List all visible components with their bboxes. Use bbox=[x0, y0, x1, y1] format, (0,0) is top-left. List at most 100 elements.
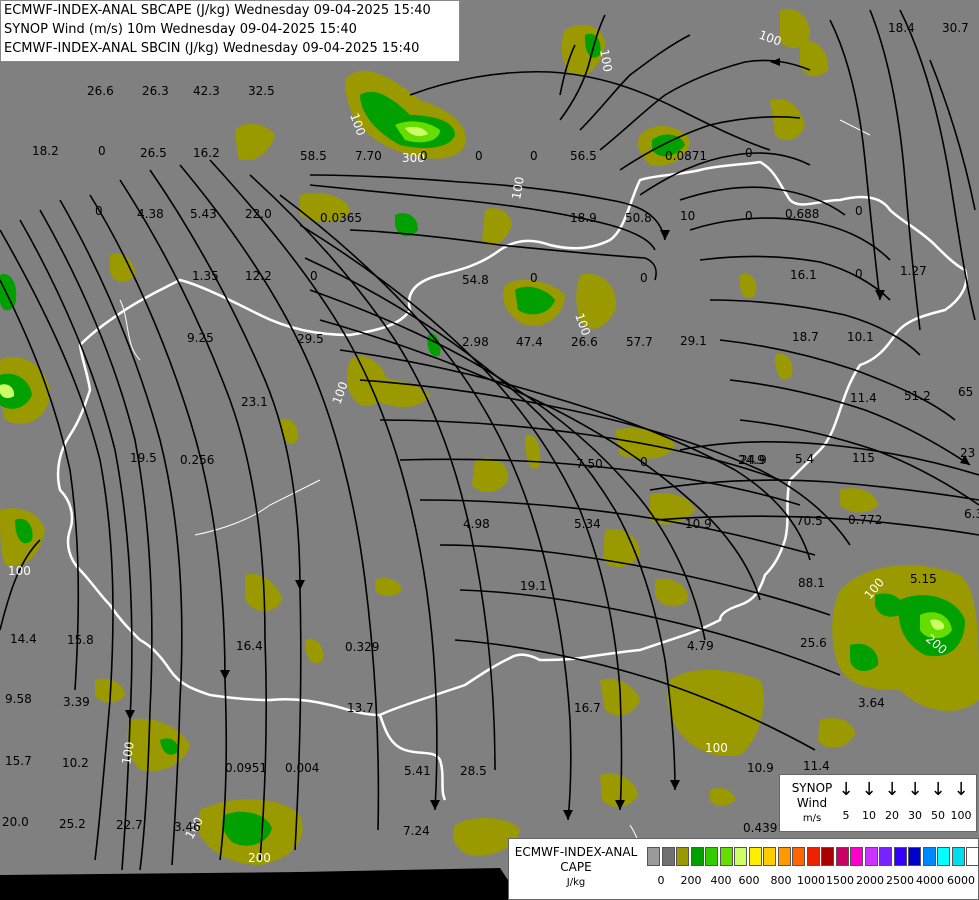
station-value: 7.70 bbox=[355, 149, 382, 163]
cape-color-swatch bbox=[792, 847, 805, 866]
cape-legend-tick: 6000 bbox=[947, 874, 975, 887]
station-value: 18.9 bbox=[570, 211, 597, 225]
station-value: 26.6 bbox=[87, 84, 114, 98]
station-value: 29.1 bbox=[680, 334, 707, 348]
cape-color-swatch bbox=[864, 847, 878, 866]
station-value: 0 bbox=[745, 209, 753, 223]
station-value: 5.15 bbox=[910, 572, 937, 586]
cape-color-swatch bbox=[719, 847, 733, 866]
synop-wind-legend: SYNOP Wind m/s ↓ ↓ ↓ ↓ ↓ ↓ 5 10 20 30 50… bbox=[779, 774, 977, 832]
station-value: 18.4 bbox=[888, 21, 915, 35]
station-value: 54.8 bbox=[462, 273, 489, 287]
station-value: 0 bbox=[530, 149, 538, 163]
cape-color-swatch bbox=[951, 847, 965, 866]
cape-color-swatch bbox=[908, 847, 921, 866]
station-value: 16.4 bbox=[236, 639, 263, 653]
cape-color-swatch bbox=[821, 847, 834, 866]
cape-color-swatch bbox=[966, 847, 979, 866]
cape-color-swatch bbox=[879, 847, 892, 866]
title-cin: ECMWF-INDEX-ANAL SBCIN (J/kg) Wednesday … bbox=[4, 41, 420, 56]
cape-color-swatch bbox=[937, 847, 950, 866]
contour-label: 100 bbox=[705, 741, 728, 755]
station-value: 0.004 bbox=[285, 761, 319, 775]
station-value: 23 bbox=[960, 446, 975, 460]
station-value: 0.772 bbox=[848, 513, 882, 527]
station-value: 5.43 bbox=[190, 207, 217, 221]
cape-color-swatch bbox=[777, 847, 791, 866]
title-cape: ECMWF-INDEX-ANAL SBCAPE (J/kg) Wednesday… bbox=[4, 3, 431, 18]
station-value: 88.1 bbox=[798, 576, 825, 590]
wind-speed-label: 100 bbox=[950, 809, 972, 822]
station-value: 0 bbox=[95, 204, 103, 218]
cape-color-legend: ECMWF-INDEX-ANAL CAPE J/kg 0 200 400 600 800… bbox=[508, 838, 979, 900]
station-value: 6.3 bbox=[964, 507, 979, 521]
station-value: 56.5 bbox=[570, 149, 597, 163]
station-value: 9.58 bbox=[5, 692, 32, 706]
station-value: 24.9 bbox=[740, 453, 767, 467]
station-value: 13.7 bbox=[347, 701, 374, 715]
station-value: 14.4 bbox=[10, 632, 37, 646]
station-value: 10.9 bbox=[747, 761, 774, 775]
station-value: 57.7 bbox=[626, 335, 653, 349]
cape-color-swatch bbox=[676, 847, 689, 866]
station-value: 0 bbox=[855, 204, 863, 218]
station-value: 9.25 bbox=[187, 331, 214, 345]
station-value: 18.7 bbox=[792, 330, 819, 344]
cape-legend-unit: J/kg bbox=[566, 877, 586, 888]
station-value: 0 bbox=[420, 149, 428, 163]
map-title-box: ECMWF-INDEX-ANAL SBCAPE (J/kg) Wednesday… bbox=[0, 0, 460, 62]
station-value: 16.7 bbox=[574, 701, 601, 715]
station-value: 0 bbox=[640, 455, 648, 469]
station-value: 5.4 bbox=[795, 452, 814, 466]
cape-legend-sub: CAPE bbox=[560, 860, 592, 874]
station-value: 115 bbox=[852, 451, 875, 465]
station-value: 1.27 bbox=[900, 264, 927, 278]
station-value: 3.46 bbox=[174, 820, 201, 834]
station-value: 0 bbox=[640, 271, 648, 285]
station-value: 0 bbox=[475, 149, 483, 163]
station-value: 10 bbox=[680, 209, 695, 223]
station-value: 47.4 bbox=[516, 335, 543, 349]
wind-arrow-icon: ↓ bbox=[953, 779, 969, 800]
station-value: 3.64 bbox=[858, 696, 885, 710]
cape-color-swatch bbox=[748, 847, 762, 866]
station-value: 3.39 bbox=[63, 695, 90, 709]
station-value: 2.98 bbox=[462, 335, 489, 349]
station-value: 0 bbox=[310, 269, 318, 283]
wind-arrow-icon: ↓ bbox=[930, 779, 946, 800]
cape-color-swatch bbox=[690, 847, 704, 866]
wind-arrow-icon: ↓ bbox=[907, 779, 923, 800]
station-value: 0.688 bbox=[785, 207, 819, 221]
station-value: 10.1 bbox=[847, 330, 874, 344]
station-value: 26.3 bbox=[142, 84, 169, 98]
cape-color-swatch bbox=[850, 847, 863, 866]
contour-label: 200 bbox=[248, 851, 271, 865]
title-wind: SYNOP Wind (m/s) 10m Wednesday 09-04-202… bbox=[4, 22, 357, 37]
cape-color-swatch bbox=[705, 847, 718, 866]
station-value: 19.5 bbox=[130, 451, 157, 465]
station-value: 11.4 bbox=[850, 391, 877, 405]
station-value: 0 bbox=[745, 146, 753, 160]
station-value: 26.6 bbox=[571, 335, 598, 349]
station-value: 70.5 bbox=[796, 514, 823, 528]
station-value: 4.38 bbox=[137, 207, 164, 221]
station-value: 32.5 bbox=[248, 84, 275, 98]
weather-map: 100 300 100 100 100 100 100 100 200 100 … bbox=[0, 0, 979, 900]
station-value: 50.8 bbox=[625, 211, 652, 225]
cape-color-swatch bbox=[893, 847, 907, 866]
station-value: 16.1 bbox=[790, 268, 817, 282]
station-value: 10.2 bbox=[62, 756, 89, 770]
wind-arrow-icon: ↓ bbox=[884, 779, 900, 800]
cape-legend-label: ECMWF-INDEX-ANAL CAPE J/kg bbox=[511, 845, 641, 890]
wind-arrow-icon: ↓ bbox=[838, 779, 854, 800]
station-value: 5.34 bbox=[574, 517, 601, 531]
station-value: 12.2 bbox=[245, 269, 272, 283]
station-value: 0 bbox=[855, 267, 863, 281]
station-value: 0 bbox=[530, 271, 538, 285]
station-value: 4.98 bbox=[463, 517, 490, 531]
station-value: 15.8 bbox=[67, 633, 94, 647]
cape-color-swatch bbox=[835, 847, 849, 866]
cape-color-swatch bbox=[661, 847, 675, 866]
station-value: 0.0871 bbox=[665, 149, 707, 163]
cape-color-swatch bbox=[922, 847, 936, 866]
